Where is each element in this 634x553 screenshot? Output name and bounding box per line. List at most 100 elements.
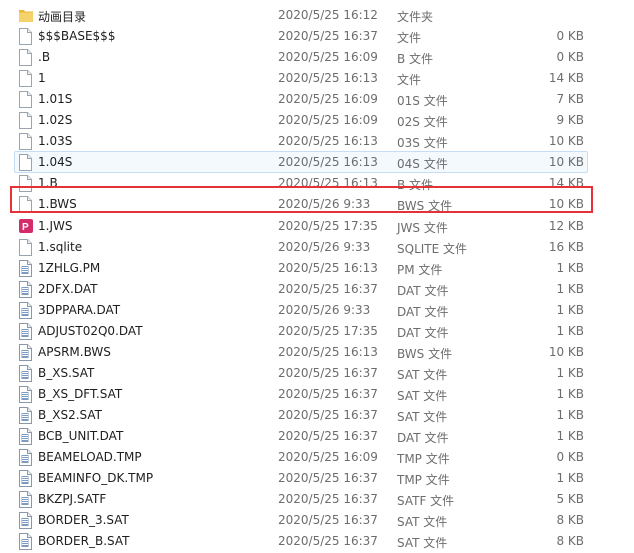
file-icon [19, 196, 32, 214]
file-row[interactable]: B_XS.SAT 2020/5/25 16:37 SAT 文件 1 KB [0, 363, 634, 384]
file-date-modified: 2020/5/25 16:13 [278, 134, 378, 149]
file-name: 2DFX.DAT [38, 281, 98, 296]
file-date-modified: 2020/5/26 9:33 [278, 302, 371, 317]
document-icon [19, 449, 32, 467]
document-icon [19, 533, 32, 551]
file-type: SAT 文件 [397, 515, 448, 530]
file-size: 12 KB [548, 218, 584, 233]
file-row[interactable]: 1.BWS 2020/5/26 9:33 BWS 文件 10 KB [0, 194, 634, 215]
document-icon [19, 343, 32, 361]
file-date-modified: 2020/5/25 16:09 [278, 450, 378, 465]
file-icon [19, 28, 32, 46]
file-row[interactable]: ADJUST02Q0.DAT 2020/5/25 17:35 DAT 文件 1 KB [0, 321, 634, 342]
document-icon [19, 491, 32, 509]
file-size: 0 KB [556, 50, 584, 65]
file-name: 1.JWS [38, 218, 73, 233]
document-icon [19, 385, 32, 403]
file-row[interactable]: 1ZHLG.PM 2020/5/25 16:13 PM 文件 1 KB [0, 258, 634, 279]
file-row[interactable]: 1.01S 2020/5/25 16:09 01S 文件 7 KB [0, 89, 634, 110]
file-type: SAT 文件 [397, 536, 448, 551]
file-name: 1.03S [38, 134, 73, 149]
file-size: 1 KB [556, 365, 584, 380]
file-size: 0 KB [556, 29, 584, 44]
file-size: 10 KB [548, 134, 584, 149]
file-name: BKZPJ.SATF [38, 492, 107, 507]
file-date-modified: 2020/5/25 16:37 [278, 29, 378, 44]
file-name: B_XS_DFT.SAT [38, 386, 123, 401]
file-date-modified: 2020/5/25 16:09 [278, 92, 378, 107]
file-icon [19, 238, 32, 256]
file-size: 1 KB [556, 323, 584, 338]
document-icon [19, 259, 32, 277]
file-name: B_XS.SAT [38, 365, 95, 380]
document-icon [19, 364, 32, 382]
file-row[interactable]: BEAMELOAD.TMP 2020/5/25 16:09 TMP 文件 0 KB [0, 447, 634, 468]
file-name: APSRM.BWS [38, 344, 111, 359]
file-name: 1 [38, 71, 46, 86]
file-row[interactable]: BEAMINFO_DK.TMP 2020/5/25 16:37 TMP 文件 1 KB [0, 468, 634, 489]
file-row[interactable]: 3DPPARA.DAT 2020/5/26 9:33 DAT 文件 1 KB [0, 300, 634, 321]
file-date-modified: 2020/5/25 16:13 [278, 344, 378, 359]
file-list: 动画目录 2020/5/25 16:12 文件夹 $$$BASE$$$ 2020/5/2… [0, 0, 634, 551]
file-type: 01S 文件 [397, 94, 448, 109]
svg-text:P: P [22, 222, 29, 233]
file-row[interactable]: 1.02S 2020/5/25 16:09 02S 文件 9 KB [0, 110, 634, 131]
file-name: 1.sqlite [38, 239, 83, 254]
file-date-modified: 2020/5/25 16:13 [278, 260, 378, 275]
file-row[interactable]: 动画目录 2020/5/25 16:12 文件夹 [0, 5, 634, 26]
file-date-modified: 2020/5/25 16:37 [278, 407, 378, 422]
file-row[interactable]: BKZPJ.SATF 2020/5/25 16:37 SATF 文件 5 KB [0, 489, 634, 510]
file-size: 14 KB [548, 176, 584, 191]
file-name: 动画目录 [38, 10, 87, 24]
file-row[interactable]: B_XS2.SAT 2020/5/25 16:37 SAT 文件 1 KB [0, 405, 634, 426]
file-row[interactable]: 1 2020/5/25 16:13 文件 14 KB [0, 68, 634, 89]
file-type: TMP 文件 [397, 452, 450, 467]
file-size: 8 KB [556, 513, 584, 528]
file-row[interactable]: 1.03S 2020/5/25 16:13 03S 文件 10 KB [0, 131, 634, 152]
file-icon [19, 112, 32, 130]
file-name: 3DPPARA.DAT [38, 302, 121, 317]
file-row[interactable]: P 1.JWS 2020/5/25 17:35 JWS 文件 12 KB [0, 216, 634, 237]
file-size: 8 KB [556, 534, 584, 549]
file-name: ADJUST02Q0.DAT [38, 323, 143, 338]
document-icon [19, 301, 32, 319]
file-icon [19, 49, 32, 67]
file-type: 03S 文件 [397, 136, 448, 151]
file-size: 1 KB [556, 302, 584, 317]
file-row[interactable]: $$$BASE$$$ 2020/5/25 16:37 文件 0 KB [0, 26, 634, 47]
file-date-modified: 2020/5/25 16:37 [278, 365, 378, 380]
file-row[interactable]: APSRM.BWS 2020/5/25 16:13 BWS 文件 10 KB [0, 342, 634, 363]
file-type: B 文件 [397, 52, 434, 67]
file-size: 1 KB [556, 281, 584, 296]
file-row[interactable]: 1.sqlite 2020/5/26 9:33 SQLITE 文件 16 KB [0, 237, 634, 258]
file-row[interactable]: BORDER_B.SAT 2020/5/25 16:37 SAT 文件 8 KB [0, 531, 634, 552]
file-row[interactable]: 1.B 2020/5/25 16:13 B 文件 14 KB [0, 173, 634, 194]
file-date-modified: 2020/5/25 17:35 [278, 218, 378, 233]
file-name: 1.04S [38, 155, 73, 170]
file-date-modified: 2020/5/25 16:37 [278, 492, 378, 507]
file-name: B_XS2.SAT [38, 407, 102, 422]
file-row[interactable]: BCB_UNIT.DAT 2020/5/25 16:37 DAT 文件 1 KB [0, 426, 634, 447]
file-type: SATF 文件 [397, 494, 455, 509]
document-icon [19, 322, 32, 340]
file-date-modified: 2020/5/25 16:13 [278, 71, 378, 86]
file-row[interactable]: 2DFX.DAT 2020/5/25 16:37 DAT 文件 1 KB [0, 279, 634, 300]
file-type: BWS 文件 [397, 346, 453, 361]
file-icon [19, 154, 32, 172]
document-icon [19, 280, 32, 298]
file-row[interactable]: BORDER_3.SAT 2020/5/25 16:37 SAT 文件 8 KB [0, 510, 634, 531]
file-row[interactable]: B_XS_DFT.SAT 2020/5/25 16:37 SAT 文件 1 KB [0, 384, 634, 405]
document-icon [19, 512, 32, 530]
file-row[interactable]: 1.04S 2020/5/25 16:13 04S 文件 10 KB [0, 152, 634, 173]
file-name: 1ZHLG.PM [38, 260, 101, 275]
file-row[interactable]: .B 2020/5/25 16:09 B 文件 0 KB [0, 47, 634, 68]
file-name: BORDER_3.SAT [38, 513, 129, 528]
document-icon [19, 428, 32, 445]
file-type: BWS 文件 [397, 199, 453, 214]
file-date-modified: 2020/5/25 16:37 [278, 429, 378, 443]
file-type: DAT 文件 [397, 325, 449, 340]
file-date-modified: 2020/5/25 16:37 [278, 534, 378, 549]
file-date-modified: 2020/5/25 16:13 [278, 176, 378, 191]
file-type: PM 文件 [397, 262, 443, 277]
file-date-modified: 2020/5/25 17:35 [278, 323, 378, 338]
